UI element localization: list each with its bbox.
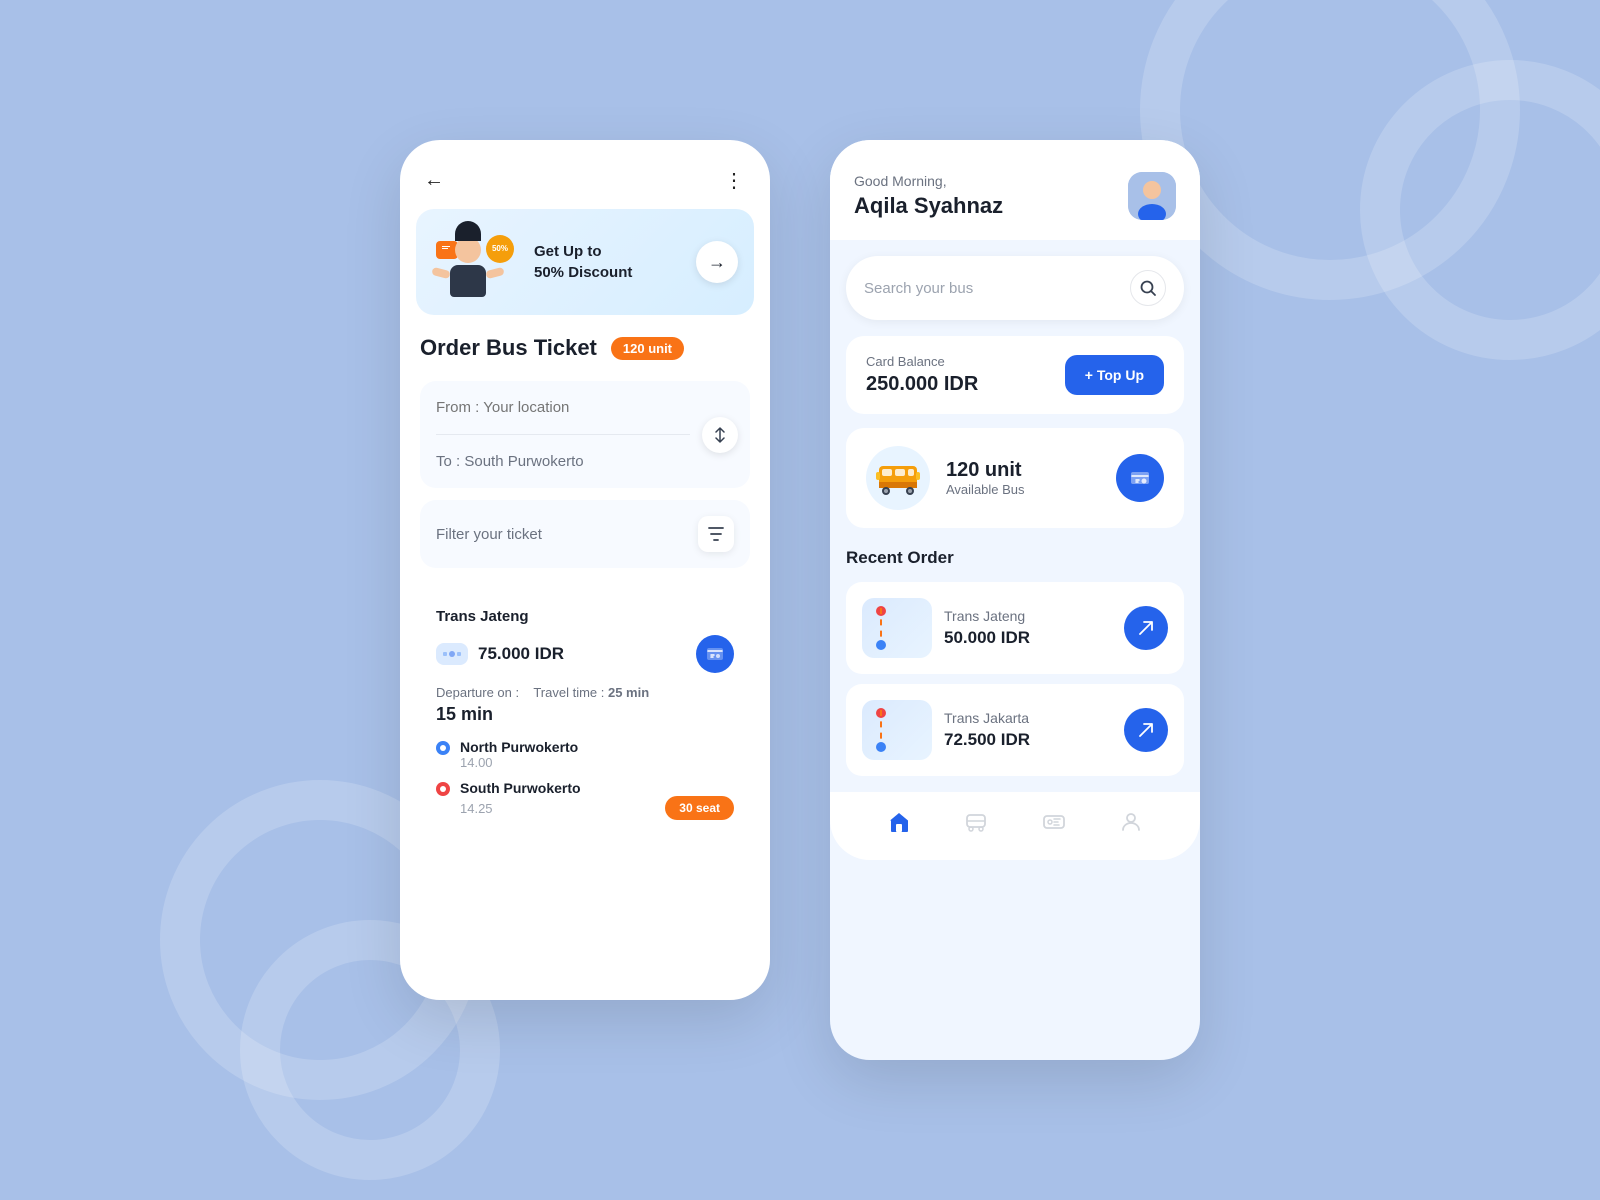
phones-container: ← ⋮ 50% xyxy=(400,140,1200,1060)
order-section: Order Bus Ticket 120 unit Filter your ti… xyxy=(400,335,770,852)
balance-card: Card Balance 250.000 IDR + Top Up xyxy=(846,336,1184,414)
stop-to: South Purwokerto 14.25 30 seat xyxy=(436,780,734,820)
topup-button[interactable]: + Top Up xyxy=(1065,355,1164,395)
greeting-block: Good Morning, Aqila Syahnaz xyxy=(854,173,1003,219)
buy-ticket-button[interactable] xyxy=(696,635,734,673)
more-button[interactable]: ⋮ xyxy=(724,168,746,193)
stop-to-time: 14.25 xyxy=(460,801,493,816)
stop-dot-from xyxy=(436,741,450,755)
home-icon xyxy=(885,808,913,836)
stop-from-info: North Purwokerto 14.00 xyxy=(460,739,578,770)
person-illustration xyxy=(450,237,486,297)
bottom-nav xyxy=(830,792,1200,860)
ticket-price-info: 75.000 IDR xyxy=(436,643,564,665)
banner-title: Get Up to 50% Discount xyxy=(534,241,684,283)
balance-amount: 250.000 IDR xyxy=(866,373,978,396)
order-info-1: Trans Jateng 50.000 IDR xyxy=(944,608,1124,648)
stop-to-name: South Purwokerto xyxy=(460,780,734,796)
order-price-2: 72.500 IDR xyxy=(944,730,1124,750)
ticket-card: Trans Jateng 75.000 IDR xyxy=(420,592,750,852)
stop-dot-to xyxy=(436,782,450,796)
filter-icon-button[interactable] xyxy=(698,516,734,552)
search-bar[interactable]: Search your bus xyxy=(846,256,1184,320)
arrow-right-icon: → xyxy=(708,252,726,273)
right-phone-header: Good Morning, Aqila Syahnaz xyxy=(830,140,1200,240)
search-placeholder: Search your bus xyxy=(864,280,1130,297)
from-input[interactable] xyxy=(436,381,690,435)
profile-nav-icon xyxy=(1117,808,1145,836)
balance-info: Card Balance 250.000 IDR xyxy=(866,354,978,396)
right-phone: Good Morning, Aqila Syahnaz Sea xyxy=(830,140,1200,1060)
route-stops: North Purwokerto 14.00 South Purwokerto … xyxy=(436,739,734,820)
recent-orders-title: Recent Order xyxy=(846,548,1184,568)
departure-label: Departure on : xyxy=(436,685,519,700)
order-map-thumb-2 xyxy=(862,700,932,760)
ticket-company: Trans Jateng xyxy=(436,608,734,625)
search-container: Search your bus xyxy=(830,240,1200,336)
bus-icon xyxy=(875,460,921,496)
greeting-small: Good Morning, xyxy=(854,173,1003,189)
banner-illustration: 50% xyxy=(432,227,522,297)
left-phone-header: ← ⋮ xyxy=(400,140,770,209)
bus-info: 120 unit Available Bus xyxy=(866,446,1025,510)
ticket-price-icon xyxy=(436,643,468,665)
map-dot-bottom-1 xyxy=(876,640,886,650)
search-button[interactable] xyxy=(1130,270,1166,306)
nav-home[interactable] xyxy=(885,808,913,836)
discount-badge: 50% xyxy=(486,235,514,263)
travel-time: 25 min xyxy=(608,685,649,700)
bus-available: Available Bus xyxy=(946,482,1025,497)
stop-from-name: North Purwokerto xyxy=(460,739,578,755)
stop-from: North Purwokerto 14.00 xyxy=(436,739,734,770)
header-row: Good Morning, Aqila Syahnaz xyxy=(854,172,1176,220)
order-info-2: Trans Jakarta 72.500 IDR xyxy=(944,710,1124,750)
nav-bus[interactable] xyxy=(962,808,990,836)
bus-icon-wrapper xyxy=(866,446,930,510)
bus-card: 120 unit Available Bus xyxy=(846,428,1184,528)
nav-ticket[interactable] xyxy=(1040,808,1068,836)
unit-badge: 120 unit xyxy=(611,337,684,360)
order-title-row: Order Bus Ticket 120 unit xyxy=(420,335,750,361)
to-input[interactable] xyxy=(436,435,690,488)
order-company-1: Trans Jateng xyxy=(944,608,1124,624)
stop-from-time: 14.00 xyxy=(460,755,578,770)
map-dot-bottom-2 xyxy=(876,742,886,752)
order-company-2: Trans Jakarta xyxy=(944,710,1124,726)
filter-label: Filter your ticket xyxy=(436,526,542,543)
order-map-thumb-1 xyxy=(862,598,932,658)
depart-time: 15 min xyxy=(436,704,734,725)
avatar-image xyxy=(1128,172,1176,220)
balance-label: Card Balance xyxy=(866,354,978,369)
bus-unit: 120 unit xyxy=(946,459,1025,482)
order-nav-button-1[interactable] xyxy=(1124,606,1168,650)
banner-arrow-button[interactable]: → xyxy=(696,241,738,283)
order-title: Order Bus Ticket xyxy=(420,335,597,361)
avatar xyxy=(1128,172,1176,220)
recent-orders-section: Recent Order Trans Jateng 50.000 IDR xyxy=(830,548,1200,776)
nav-profile[interactable] xyxy=(1117,808,1145,836)
bus-text-info: 120 unit Available Bus xyxy=(946,459,1025,497)
ticket-price-text: 75.000 IDR xyxy=(478,644,564,664)
filter-group[interactable]: Filter your ticket xyxy=(420,500,750,568)
ticket-nav-icon xyxy=(1040,808,1068,836)
bus-nav-icon xyxy=(962,808,990,836)
swap-button[interactable] xyxy=(702,417,738,453)
ticket-price-row: 75.000 IDR xyxy=(436,635,734,673)
stop-to-info: South Purwokerto 14.25 30 seat xyxy=(460,780,734,820)
order-card-2: Trans Jakarta 72.500 IDR xyxy=(846,684,1184,776)
back-button[interactable]: ← xyxy=(424,169,444,192)
bus-ticket-button[interactable] xyxy=(1116,454,1164,502)
promo-banner: 50% Get Up to 50% Discount xyxy=(416,209,754,315)
order-card-1: Trans Jateng 50.000 IDR xyxy=(846,582,1184,674)
left-phone: ← ⋮ 50% xyxy=(400,140,770,1000)
order-price-1: 50.000 IDR xyxy=(944,628,1124,648)
banner-text: Get Up to 50% Discount xyxy=(534,241,684,283)
from-to-group xyxy=(420,381,750,488)
seat-badge: 30 seat xyxy=(665,796,734,820)
ticket-times: Departure on : Travel time : 25 min xyxy=(436,685,734,700)
greeting-name: Aqila Syahnaz xyxy=(854,193,1003,219)
travel-label: Travel time : xyxy=(533,685,604,700)
order-nav-button-2[interactable] xyxy=(1124,708,1168,752)
